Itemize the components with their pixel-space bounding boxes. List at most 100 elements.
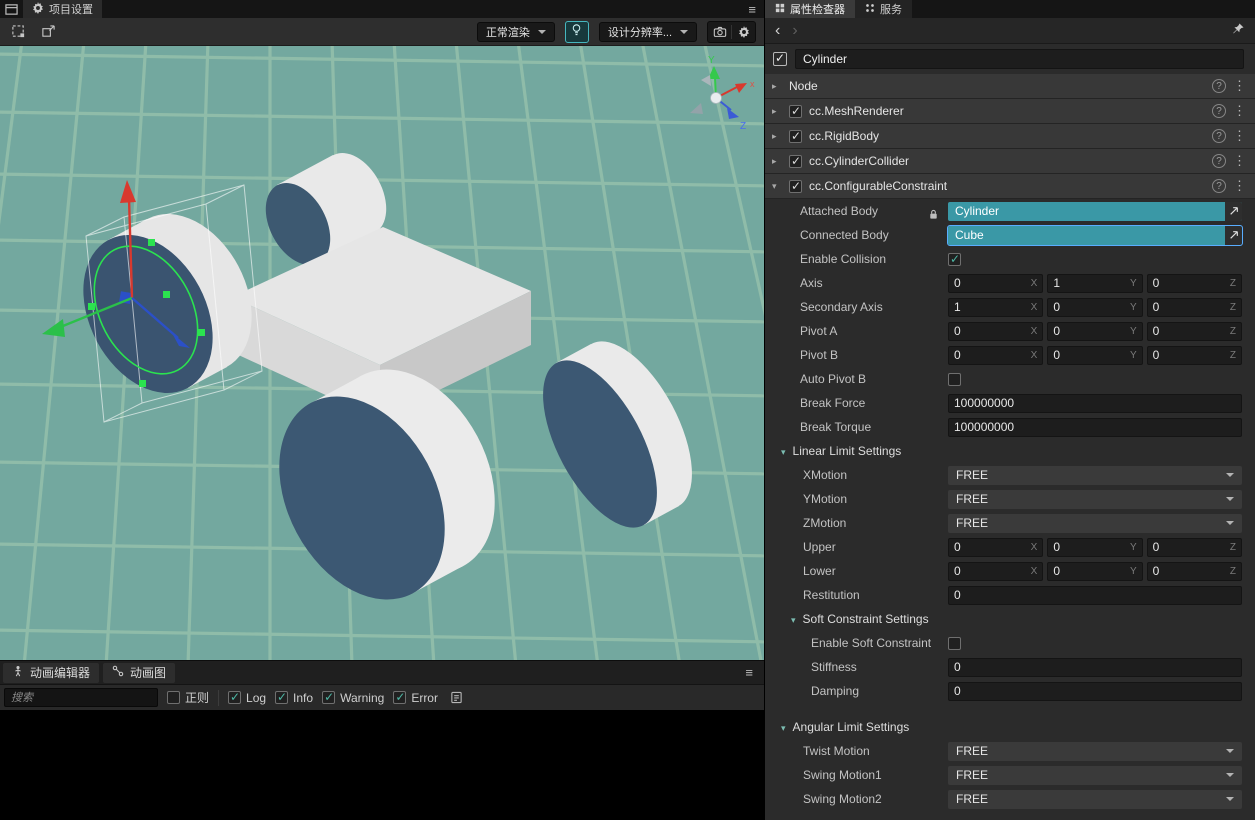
pivot-a-z-field[interactable]: Z <box>1147 322 1242 341</box>
camera-icon[interactable] <box>708 22 731 42</box>
upper-y-input[interactable] <box>1053 540 1126 554</box>
info-checkbox[interactable] <box>275 691 288 704</box>
tab-animation-editor[interactable]: 动画编辑器 <box>3 663 99 683</box>
marquee-tool-icon[interactable] <box>8 22 28 42</box>
pivot-a-x-field[interactable]: X <box>948 322 1043 341</box>
upper-z-field[interactable]: Z <box>1147 538 1242 557</box>
restitution-field[interactable] <box>948 586 1242 605</box>
regex-filter[interactable]: 正则 <box>167 689 209 706</box>
tab-inspector[interactable]: 属性检查器 <box>765 0 855 18</box>
pivot-a-y-input[interactable] <box>1053 324 1126 338</box>
filter-error[interactable]: Error <box>393 691 438 705</box>
upper-x-input[interactable] <box>954 540 1027 554</box>
scene-gear-icon[interactable] <box>732 22 755 42</box>
secondary-axis-x-field[interactable]: X <box>948 298 1043 317</box>
auto-pivot-b-checkbox[interactable] <box>948 373 961 386</box>
log-file-icon[interactable] <box>447 688 467 708</box>
filter-log[interactable]: Log <box>228 691 266 705</box>
expand-arrow-icon[interactable] <box>772 81 782 92</box>
collapse-arrow-icon[interactable] <box>772 181 782 192</box>
log-checkbox[interactable] <box>228 691 241 704</box>
break-torque-input[interactable] <box>954 420 1236 434</box>
error-checkbox[interactable] <box>393 691 406 704</box>
stiffness-input[interactable] <box>954 660 1236 674</box>
help-icon[interactable] <box>1212 154 1226 168</box>
back-icon[interactable] <box>775 22 780 40</box>
help-icon[interactable] <box>1212 79 1226 93</box>
component-header-cylindercollider[interactable]: cc.CylinderCollider <box>765 149 1255 174</box>
console-search-input[interactable] <box>4 688 158 707</box>
lower-x-field[interactable]: X <box>948 562 1043 581</box>
console-menu-icon[interactable] <box>737 665 761 680</box>
render-mode-dropdown[interactable]: 正常渲染 <box>477 22 555 42</box>
axis-x-input[interactable] <box>954 276 1027 290</box>
lower-x-input[interactable] <box>954 564 1027 578</box>
axis-y-input[interactable] <box>1053 276 1126 290</box>
swing-motion2-select[interactable]: FREE <box>948 790 1242 809</box>
attached-body-field[interactable]: Cylinder <box>948 202 1242 221</box>
transform-tool-icon[interactable] <box>38 22 58 42</box>
expand-arrow-icon[interactable] <box>772 106 782 117</box>
restitution-input[interactable] <box>954 588 1236 602</box>
lighting-toggle-button[interactable] <box>565 21 589 43</box>
pivot-b-x-field[interactable]: X <box>948 346 1043 365</box>
help-icon[interactable] <box>1212 129 1226 143</box>
lower-z-input[interactable] <box>1153 564 1226 578</box>
help-icon[interactable] <box>1212 104 1226 118</box>
component-header-rigidbody[interactable]: cc.RigidBody <box>765 124 1255 149</box>
scene-view[interactable]: Y x Z <box>0 46 764 660</box>
axis-y-field[interactable]: Y <box>1047 274 1142 293</box>
axis-z-field[interactable]: Z <box>1147 274 1242 293</box>
expand-arrow-icon[interactable] <box>772 156 782 167</box>
node-active-checkbox[interactable] <box>773 52 787 66</box>
upper-z-input[interactable] <box>1153 540 1226 554</box>
component-header-meshrenderer[interactable]: cc.MeshRenderer <box>765 99 1255 124</box>
damping-field[interactable] <box>948 682 1242 701</box>
axis-x-field[interactable]: X <box>948 274 1043 293</box>
secondary-axis-x-input[interactable] <box>954 300 1027 314</box>
node-name-input[interactable] <box>795 49 1244 69</box>
pivot-a-y-field[interactable]: Y <box>1047 322 1142 341</box>
secondary-axis-y-input[interactable] <box>1053 300 1126 314</box>
design-resolution-dropdown[interactable]: 设计分辨率... <box>599 22 697 42</box>
kebab-menu-icon[interactable] <box>1233 178 1246 194</box>
pin-icon[interactable] <box>1232 22 1245 40</box>
tab-project-settings[interactable]: 项目设置 <box>23 0 102 18</box>
lower-y-input[interactable] <box>1053 564 1126 578</box>
kebab-menu-icon[interactable] <box>1233 128 1246 144</box>
expand-arrow-icon[interactable] <box>772 131 782 142</box>
pivot-b-y-input[interactable] <box>1053 348 1126 362</box>
pivot-a-x-input[interactable] <box>954 324 1027 338</box>
component-header-node[interactable]: Node <box>765 74 1255 99</box>
tab-services[interactable]: 服务 <box>855 0 912 18</box>
break-torque-field[interactable] <box>948 418 1242 437</box>
linear-limit-section-header[interactable]: Linear Limit Settings <box>765 439 1255 463</box>
component-enabled-checkbox[interactable] <box>789 105 802 118</box>
locate-node-icon[interactable] <box>1225 226 1242 245</box>
swing-motion1-select[interactable]: FREE <box>948 766 1242 785</box>
lower-y-field[interactable]: Y <box>1047 562 1142 581</box>
component-enabled-checkbox[interactable] <box>789 155 802 168</box>
enable-soft-constraint-checkbox[interactable] <box>948 637 961 650</box>
filter-info[interactable]: Info <box>275 691 313 705</box>
upper-y-field[interactable]: Y <box>1047 538 1142 557</box>
axis-z-input[interactable] <box>1153 276 1226 290</box>
xmotion-select[interactable]: FREE <box>948 466 1242 485</box>
zmotion-select[interactable]: FREE <box>948 514 1242 533</box>
kebab-menu-icon[interactable] <box>1233 103 1246 119</box>
secondary-axis-z-input[interactable] <box>1153 300 1226 314</box>
filter-warning[interactable]: Warning <box>322 691 384 705</box>
break-force-field[interactable] <box>948 394 1242 413</box>
angular-limit-section-header[interactable]: Angular Limit Settings <box>765 715 1255 739</box>
warning-checkbox[interactable] <box>322 691 335 704</box>
twist-motion-select[interactable]: FREE <box>948 742 1242 761</box>
menu-icon[interactable] <box>740 0 764 18</box>
pivot-b-y-field[interactable]: Y <box>1047 346 1142 365</box>
break-force-input[interactable] <box>954 396 1236 410</box>
pivot-b-z-field[interactable]: Z <box>1147 346 1242 365</box>
locate-node-icon[interactable] <box>1225 202 1242 221</box>
damping-input[interactable] <box>954 684 1236 698</box>
component-header-configurableconstraint[interactable]: cc.ConfigurableConstraint <box>765 174 1255 199</box>
component-enabled-checkbox[interactable] <box>789 130 802 143</box>
component-enabled-checkbox[interactable] <box>789 180 802 193</box>
